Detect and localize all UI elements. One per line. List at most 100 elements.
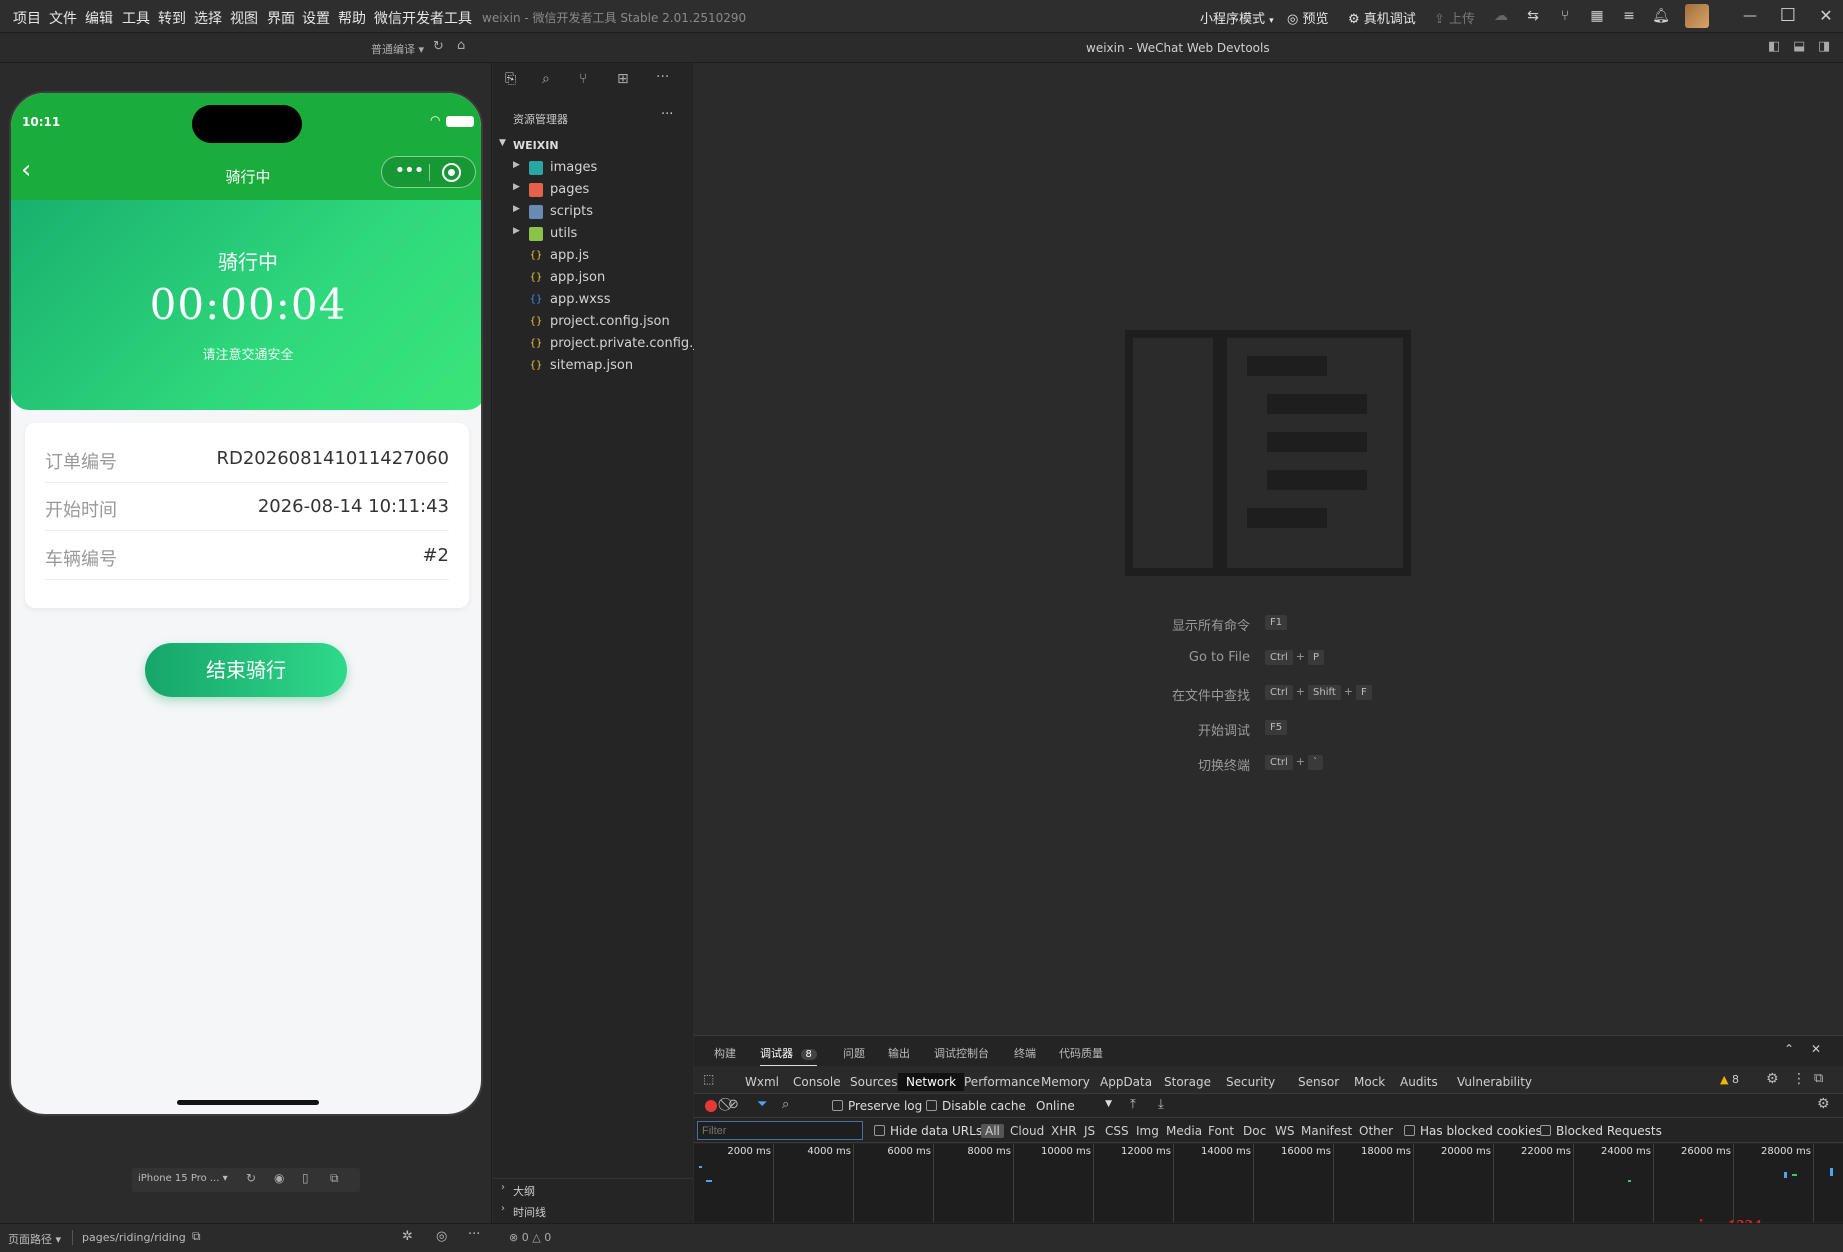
type-filter-img[interactable]: Img <box>1136 1124 1159 1138</box>
tree-folder[interactable]: ▶ utils <box>493 223 693 245</box>
real-debug-button[interactable]: ⚙ 真机调试 <box>1348 8 1416 27</box>
list-icon[interactable]: ≡ <box>1620 7 1638 25</box>
type-filter-ws[interactable]: WS <box>1275 1124 1294 1138</box>
eye-icon[interactable]: ◎ <box>436 1229 447 1244</box>
tab-output[interactable]: 输出 <box>888 1045 910 1061</box>
cloud-icon[interactable]: ☁ <box>1492 7 1510 25</box>
toggle-secondary-icon[interactable]: ◨ <box>1818 39 1830 54</box>
problems-indicator[interactable]: ⊗ 0 △ 0 <box>509 1231 551 1244</box>
rotate-icon[interactable]: ↻ <box>246 1171 256 1185</box>
branch-icon[interactable]: ⑂ <box>1556 7 1574 25</box>
tree-file[interactable]: {} app.wxss <box>493 289 693 311</box>
type-filter-other[interactable]: Other <box>1359 1124 1393 1138</box>
tree-folder[interactable]: ▶ scripts <box>493 201 693 223</box>
files-icon[interactable]: ⎘ <box>505 71 516 87</box>
source-control-icon[interactable]: ⑂ <box>579 71 587 87</box>
tree-folder[interactable]: ▶ images <box>493 157 693 179</box>
compile-mode-select[interactable]: 普通编译 ▾ <box>371 41 424 57</box>
menu-devtools[interactable]: 微信开发者工具 <box>374 8 472 28</box>
toggle-sidebar-icon[interactable]: ◧ <box>1768 39 1780 54</box>
clear-cache-icon[interactable]: ⌂ <box>457 38 465 53</box>
tree-file[interactable]: {} app.js <box>493 245 693 267</box>
warning-count[interactable]: ▲ 8 <box>1720 1073 1739 1086</box>
swap-icon[interactable]: ⇆ <box>1524 7 1542 25</box>
panel-memory[interactable]: Memory <box>1033 1073 1098 1091</box>
record-button[interactable] <box>705 1100 717 1112</box>
filter-icon[interactable]: ⏷ <box>757 1097 767 1112</box>
close-panel-icon[interactable]: ✕ <box>1811 1042 1821 1056</box>
type-filter-manifest[interactable]: Manifest <box>1301 1124 1352 1138</box>
menu-settings[interactable]: 设置 <box>302 8 330 28</box>
type-filter-font[interactable]: Font <box>1208 1124 1234 1138</box>
timeline-section[interactable]: › 时间线 <box>493 1200 693 1222</box>
menu-project[interactable]: 项目 <box>13 8 41 28</box>
upload-button[interactable]: ⇪ 上传 <box>1434 8 1475 27</box>
tab-code-quality[interactable]: 代码质量 <box>1059 1045 1103 1061</box>
layout-icon[interactable]: ▦ <box>1588 7 1606 25</box>
close-icon[interactable]: ✕ <box>1817 7 1835 25</box>
bug-icon[interactable]: ✲ <box>402 1229 413 1244</box>
panel-storage[interactable]: Storage <box>1156 1073 1219 1091</box>
menu-select[interactable]: 选择 <box>194 8 222 28</box>
disable-cache-checkbox[interactable]: Disable cache <box>926 1099 1026 1113</box>
panel-sensor[interactable]: Sensor <box>1290 1073 1347 1091</box>
throttle-select[interactable]: Online ▼ <box>1036 1099 1112 1113</box>
search-icon[interactable]: ⌕ <box>782 1097 789 1112</box>
panel-mock[interactable]: Mock <box>1346 1073 1393 1091</box>
blocked-requests-checkbox[interactable]: Blocked Requests <box>1540 1124 1662 1138</box>
menu-interface[interactable]: 界面 <box>267 8 295 28</box>
menu-view[interactable]: 视图 <box>230 8 258 28</box>
toggle-panel-icon[interactable]: ⬓ <box>1793 39 1805 54</box>
panel-security[interactable]: Security <box>1218 1073 1283 1091</box>
settings-icon[interactable]: ⚙ <box>1766 1071 1779 1087</box>
minimize-icon[interactable]: — <box>1741 7 1759 25</box>
kebab-icon[interactable]: ⋮ <box>1792 1071 1806 1087</box>
chevron-up-icon[interactable]: ⌃ <box>1784 1042 1794 1056</box>
tree-file[interactable]: {} sitemap.json <box>493 355 693 377</box>
tab-terminal[interactable]: 终端 <box>1014 1045 1036 1061</box>
type-filter-cloud[interactable]: Cloud <box>1010 1124 1044 1138</box>
menu-help[interactable]: 帮助 <box>338 8 366 28</box>
tab-build[interactable]: 构建 <box>714 1045 736 1061</box>
more-icon[interactable]: ••• <box>391 160 427 182</box>
clear-icon[interactable]: ⃠⊘ <box>728 1097 739 1112</box>
menu-tools[interactable]: 工具 <box>122 8 150 28</box>
popout-icon[interactable]: ⧉ <box>330 1171 339 1186</box>
type-filter-css[interactable]: CSS <box>1105 1124 1129 1138</box>
import-icon[interactable]: ⤒ <box>1130 1097 1136 1112</box>
tab-debug-console[interactable]: 调试控制台 <box>934 1045 989 1061</box>
menu-edit[interactable]: 编辑 <box>85 8 113 28</box>
type-filter-all[interactable]: All <box>981 1124 1004 1138</box>
panel-vulnerability[interactable]: Vulnerability <box>1449 1073 1540 1091</box>
tree-folder[interactable]: ▶ pages <box>493 179 693 201</box>
blocked-cookies-checkbox[interactable]: Has blocked cookies <box>1404 1124 1542 1138</box>
panel-console[interactable]: Console <box>785 1073 849 1091</box>
phone-icon[interactable]: ▯ <box>302 1171 309 1185</box>
tree-file[interactable]: {} project.config.json <box>493 311 693 333</box>
inspect-icon[interactable]: ⬚ <box>703 1072 714 1086</box>
panel-wxml[interactable]: Wxml <box>737 1073 787 1091</box>
record-icon[interactable]: ◉ <box>274 1171 284 1185</box>
tree-root[interactable]: ▼ WEIXIN <box>493 135 693 157</box>
maximize-icon[interactable]: ☐ <box>1779 7 1797 25</box>
bell-icon[interactable]: 🔔︎ <box>1652 7 1670 25</box>
export-icon[interactable]: ⤓ <box>1158 1097 1164 1112</box>
panel-sources[interactable]: Sources <box>842 1073 905 1091</box>
preview-button[interactable]: ◎ 预览 <box>1287 8 1329 27</box>
type-filter-xhr[interactable]: XHR <box>1051 1124 1077 1138</box>
avatar[interactable] <box>1685 4 1709 28</box>
panel-audits[interactable]: Audits <box>1392 1073 1446 1091</box>
more-actions-icon[interactable]: ··· <box>656 69 669 85</box>
close-miniprogram-icon[interactable] <box>442 163 461 182</box>
type-filter-doc[interactable]: Doc <box>1243 1124 1266 1138</box>
tab-problems[interactable]: 问题 <box>843 1045 865 1061</box>
tree-file[interactable]: {} app.json <box>493 267 693 289</box>
end-ride-button[interactable]: 结束骑行 <box>145 643 347 697</box>
hide-data-urls-checkbox[interactable]: Hide data URLs <box>874 1124 982 1138</box>
panel-appdata[interactable]: AppData <box>1092 1073 1160 1091</box>
device-select[interactable]: iPhone 15 Pro ... ▾ <box>138 1173 228 1184</box>
tree-file[interactable]: {} project.private.config.js... <box>493 333 716 355</box>
explorer-more-icon[interactable]: ··· <box>661 107 673 122</box>
refresh-icon[interactable]: ↻ <box>433 39 444 54</box>
menu-file[interactable]: 文件 <box>49 8 77 28</box>
